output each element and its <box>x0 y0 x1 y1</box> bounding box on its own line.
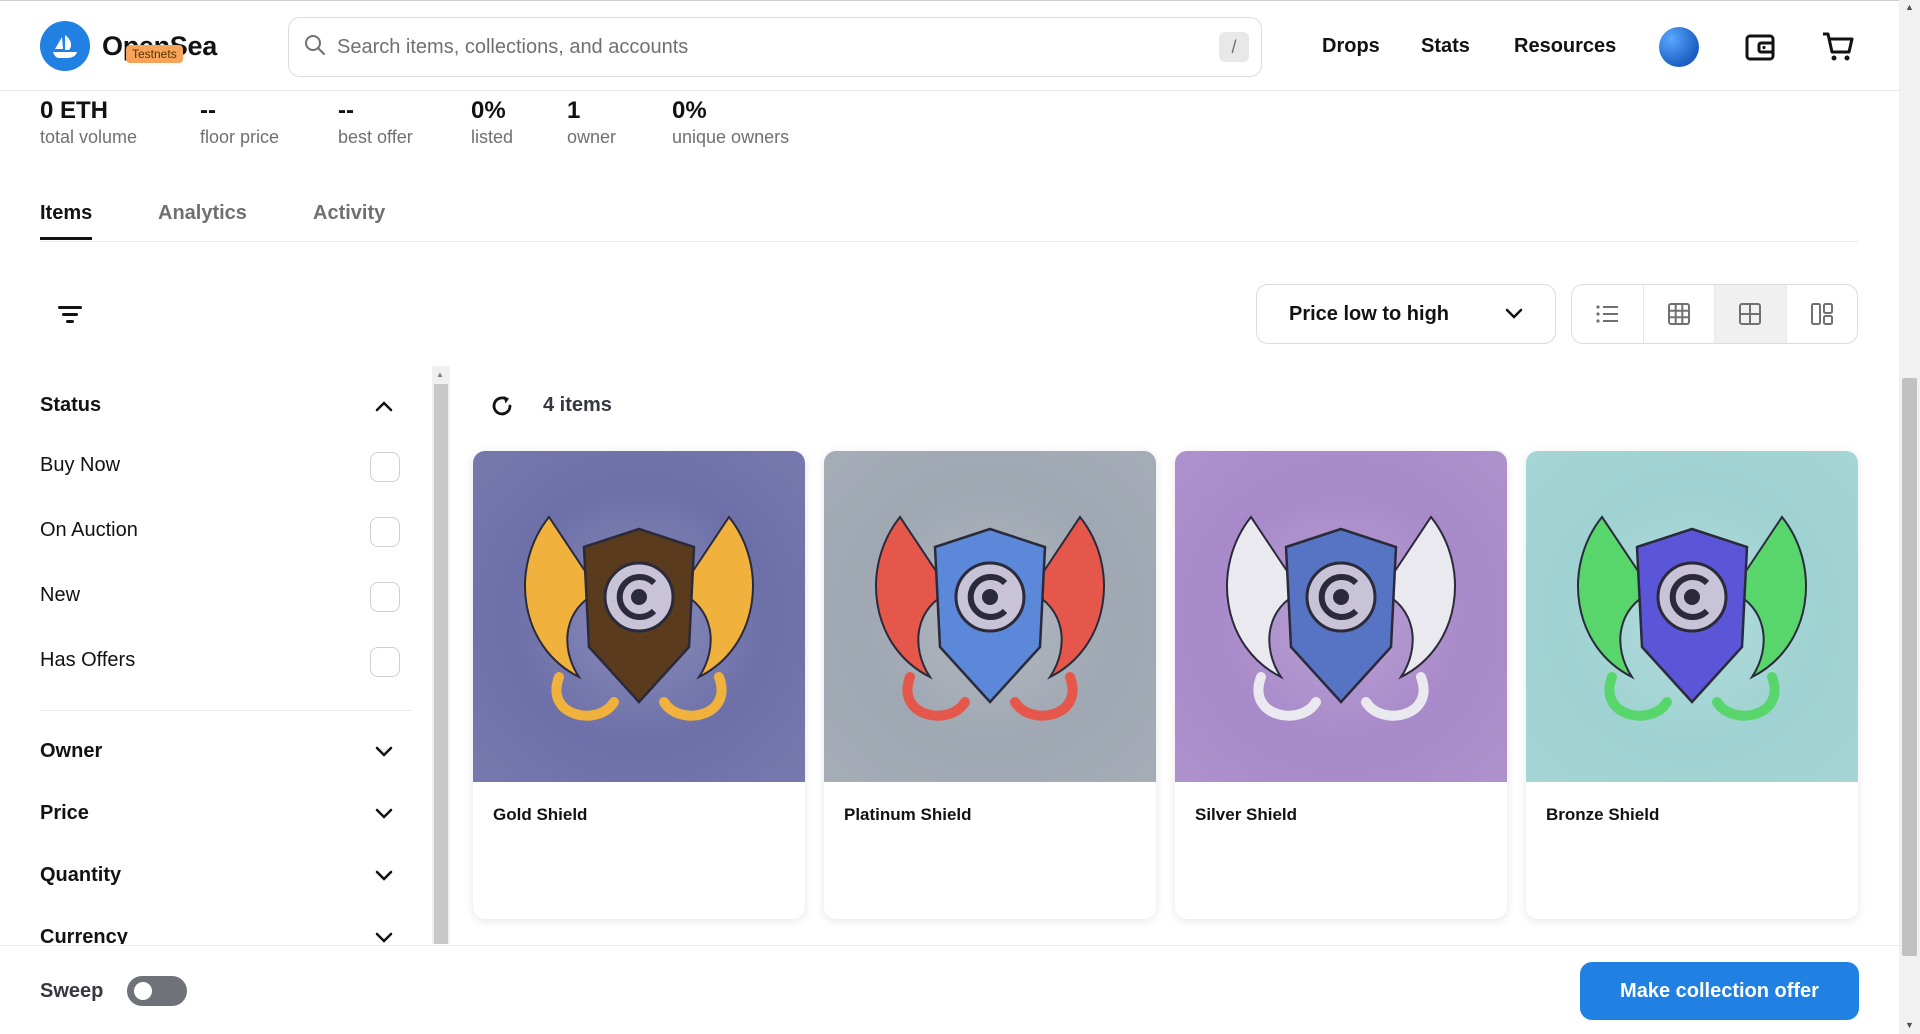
search-icon <box>303 33 327 62</box>
make-collection-offer-button[interactable]: Make collection offer <box>1580 962 1859 1020</box>
sidebar-divider <box>40 710 412 711</box>
chevron-down-icon[interactable] <box>370 738 398 766</box>
mosaic-view-icon[interactable] <box>1787 285 1858 343</box>
grid-small-icon[interactable] <box>1644 285 1715 343</box>
owner-section[interactable]: Owner <box>40 740 102 763</box>
sweep-toggle[interactable] <box>127 976 187 1006</box>
stat-value: 0% <box>672 97 707 124</box>
chevron-down-icon[interactable] <box>370 924 398 944</box>
status-buy-now-label: Buy Now <box>40 454 121 476</box>
search-input[interactable] <box>337 35 1197 59</box>
scroll-down-arrow-icon[interactable]: ▼ <box>1905 1020 1914 1030</box>
stat-listed: 0% listed <box>471 96 513 148</box>
items-count: 4 items <box>543 394 612 416</box>
filter-sidebar: Status Buy Now On Auction New Has Offers… <box>40 366 412 944</box>
wallet-icon[interactable] <box>1740 27 1780 67</box>
stat-floor-price: -- floor price <box>200 96 279 148</box>
collection-tabs: Items Analytics Activity <box>40 196 1858 242</box>
stat-value: -- <box>338 97 354 124</box>
stat-value: -- <box>200 97 216 124</box>
filter-icon[interactable] <box>52 296 88 332</box>
nav-resources[interactable]: Resources <box>1514 35 1616 58</box>
tab-items[interactable]: Items <box>40 202 93 240</box>
nft-image[interactable] <box>1526 451 1858 782</box>
stat-value: 0 ETH <box>40 97 109 124</box>
profile-avatar[interactable] <box>1659 27 1699 67</box>
search-bar[interactable]: / <box>288 17 1262 77</box>
stat-label: owner <box>567 127 617 147</box>
view-mode-toggle <box>1571 284 1858 344</box>
stat-value: 0% <box>471 97 506 124</box>
nft-card[interactable]: Gold Shield <box>473 451 805 919</box>
sweep-label: Sweep <box>40 980 104 1002</box>
quantity-section[interactable]: Quantity <box>40 864 121 887</box>
chevron-up-icon[interactable] <box>370 392 398 420</box>
nft-card[interactable]: Platinum Shield <box>824 451 1156 919</box>
chevron-down-icon[interactable] <box>370 800 398 828</box>
price-section[interactable]: Price <box>40 802 89 825</box>
nft-name: Bronze Shield <box>1546 805 1660 824</box>
sidebar-scrollbar-thumb[interactable] <box>434 384 448 944</box>
toggle-knob <box>134 982 152 1000</box>
scroll-up-arrow-icon[interactable]: ▲ <box>1905 2 1914 12</box>
stat-unique-owners: 0% unique owners <box>672 96 789 148</box>
status-heading[interactable]: Status <box>40 394 101 417</box>
nft-image[interactable] <box>473 451 805 782</box>
page-scrollbar-thumb[interactable] <box>1902 378 1917 956</box>
stat-label: unique owners <box>672 127 790 147</box>
nft-image[interactable] <box>824 451 1156 782</box>
stat-owner: 1 owner <box>567 96 616 148</box>
stat-total-volume: 0 ETH total volume <box>40 96 137 148</box>
nft-card[interactable]: Silver Shield <box>1175 451 1507 919</box>
search-shortcut-key: / <box>1219 32 1249 62</box>
cart-icon[interactable] <box>1818 27 1858 67</box>
nft-image[interactable] <box>1175 451 1507 782</box>
shield-emblem-icon <box>1226 514 1456 721</box>
chevron-down-icon <box>1505 303 1523 326</box>
stat-best-offer: -- best offer <box>338 96 413 148</box>
grid-large-icon[interactable] <box>1715 285 1787 343</box>
sort-dropdown[interactable]: Price low to high <box>1256 284 1556 344</box>
list-view-icon[interactable] <box>1572 285 1644 343</box>
refresh-icon[interactable] <box>488 392 516 420</box>
stat-label: total volume <box>40 127 138 147</box>
bottom-action-bar: Sweep Make collection offer <box>0 945 1899 1034</box>
shield-emblem-icon <box>1577 514 1807 721</box>
status-on-auction-label: On Auction <box>40 519 138 541</box>
stat-label: listed <box>471 127 514 147</box>
testnets-badge: Testnets <box>126 45 183 63</box>
stat-value: 1 <box>567 97 581 124</box>
scroll-up-arrow-icon[interactable]: ▲ <box>436 370 444 379</box>
tab-analytics[interactable]: Analytics <box>158 202 247 237</box>
nft-card[interactable]: Bronze Shield <box>1526 451 1858 919</box>
status-new-label: New <box>40 584 81 606</box>
top-navbar: OpenSea Testnets / Drops Stats Resources <box>0 0 1899 91</box>
shield-emblem-icon <box>875 514 1105 721</box>
has-offers-checkbox[interactable] <box>370 647 400 677</box>
status-has-offers-label: Has Offers <box>40 649 136 671</box>
nft-name: Gold Shield <box>493 805 588 824</box>
opensea-logo-icon <box>40 21 90 71</box>
tab-activity[interactable]: Activity <box>313 202 385 237</box>
nav-stats[interactable]: Stats <box>1421 35 1470 58</box>
currency-section[interactable]: Currency <box>40 926 128 944</box>
stat-label: best offer <box>338 127 413 147</box>
buy-now-checkbox[interactable] <box>370 452 400 482</box>
sort-value: Price low to high <box>1289 302 1450 325</box>
nft-name: Silver Shield <box>1195 805 1298 824</box>
nav-drops[interactable]: Drops <box>1322 35 1380 58</box>
stat-label: floor price <box>200 127 280 147</box>
new-checkbox[interactable] <box>370 582 400 612</box>
nft-name: Platinum Shield <box>844 805 972 824</box>
on-auction-checkbox[interactable] <box>370 517 400 547</box>
chevron-down-icon[interactable] <box>370 862 398 890</box>
shield-emblem-icon <box>524 514 754 721</box>
